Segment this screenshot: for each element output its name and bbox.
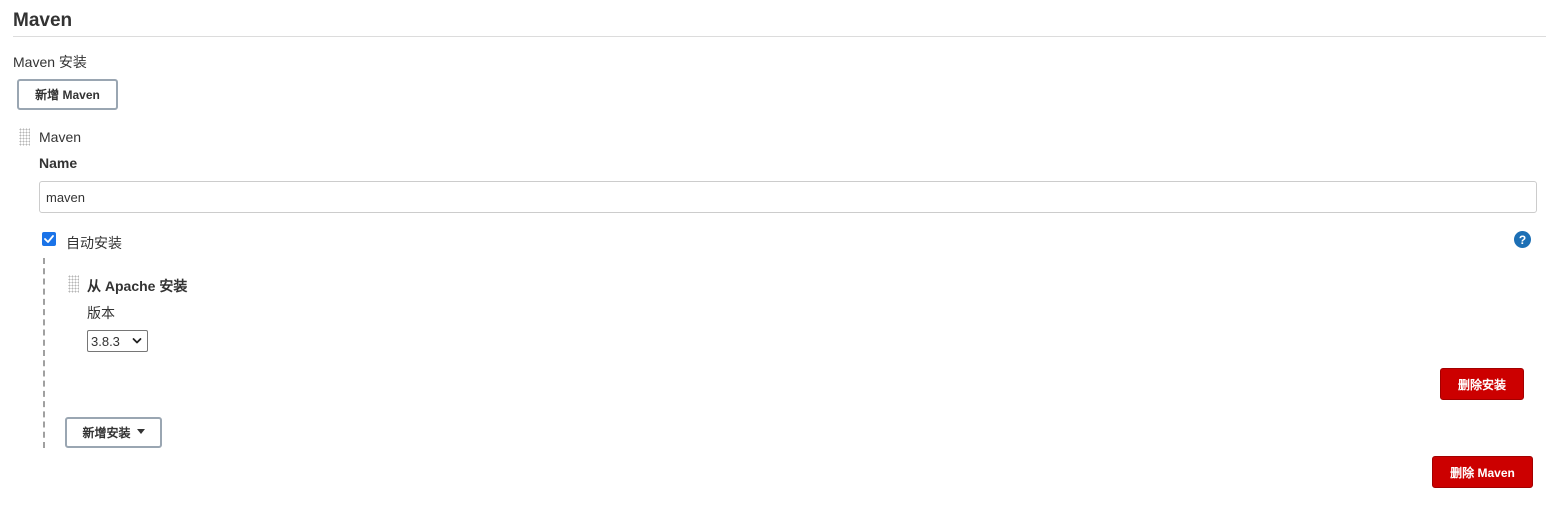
drag-handle-icon[interactable] <box>68 275 79 293</box>
drag-handle-icon[interactable] <box>19 128 30 146</box>
version-select-value: 3.8.3 <box>91 333 120 349</box>
installer-title: 从 Apache 安装 <box>87 278 188 294</box>
chevron-down-icon <box>132 338 142 344</box>
version-select[interactable]: 3.8.3 <box>87 330 148 352</box>
auto-install-label: 自动安装 <box>66 235 122 251</box>
name-label: Name <box>39 155 78 171</box>
delete-maven-button[interactable]: 删除 Maven <box>1432 456 1533 488</box>
caret-down-icon <box>136 429 145 434</box>
add-installer-button[interactable]: 新增安装 <box>65 417 162 448</box>
auto-install-checkbox[interactable] <box>42 232 56 246</box>
add-installer-label: 新增安装 <box>82 426 131 440</box>
delete-installer-button[interactable]: 删除安装 <box>1440 368 1524 400</box>
nested-dashed-line <box>43 258 45 448</box>
section-title: Maven <box>13 10 73 31</box>
version-label: 版本 <box>87 305 115 321</box>
installation-header: Maven <box>39 129 82 145</box>
help-icon[interactable]: ? <box>1514 231 1531 248</box>
section-divider <box>13 36 1546 37</box>
checkmark-icon <box>44 235 54 243</box>
add-maven-button[interactable]: 新增 Maven <box>17 79 118 110</box>
name-input[interactable] <box>39 181 1537 213</box>
subsection-title: Maven 安装 <box>13 54 87 70</box>
